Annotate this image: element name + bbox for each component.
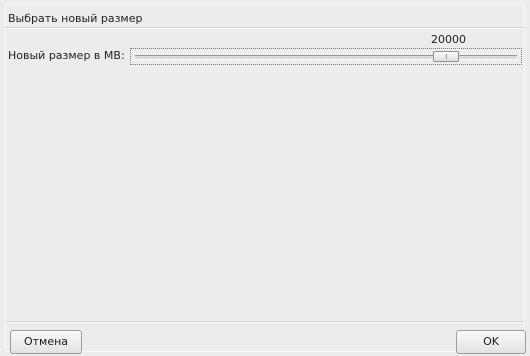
- size-slider[interactable]: [130, 48, 522, 65]
- cancel-button[interactable]: Отмена: [10, 330, 82, 354]
- content-area: [5, 70, 525, 320]
- size-value-readout: 20000: [431, 33, 466, 46]
- slider-handle[interactable]: [433, 51, 459, 62]
- title-divider: [5, 28, 525, 29]
- dialog-title: Выбрать новый размер: [8, 12, 143, 25]
- size-label: Новый размер в MB:: [8, 49, 125, 62]
- resize-dialog: Выбрать новый размер Новый размер в MB: …: [0, 0, 530, 356]
- slider-groove: [135, 55, 517, 60]
- ok-button[interactable]: OK: [456, 330, 526, 354]
- button-bar-divider: [5, 321, 525, 323]
